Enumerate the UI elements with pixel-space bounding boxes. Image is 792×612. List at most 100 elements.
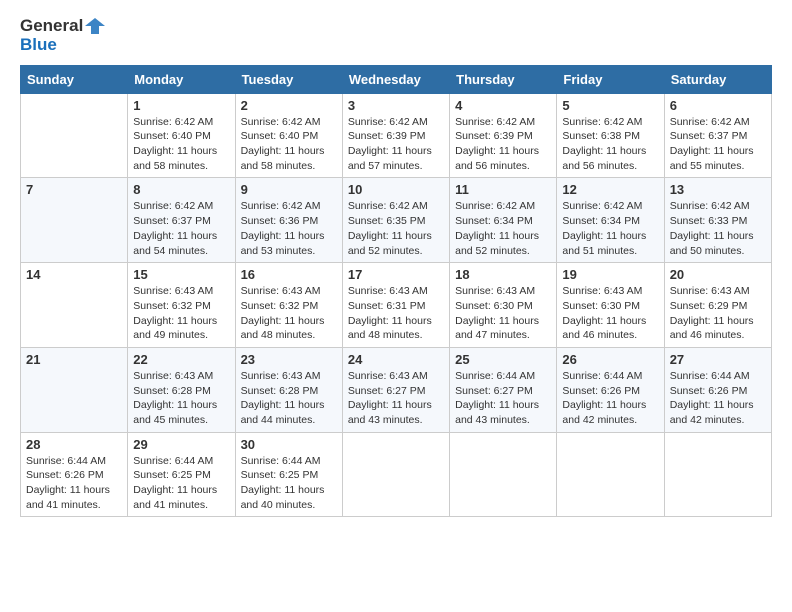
calendar-cell: 20 Sunrise: 6:43 AM Sunset: 6:29 PM Dayli… — [664, 263, 771, 348]
day-info: Sunrise: 6:43 AM Sunset: 6:31 PM Dayligh… — [348, 284, 444, 343]
calendar-cell — [342, 432, 449, 517]
day-info: Sunrise: 6:42 AM Sunset: 6:34 PM Dayligh… — [455, 199, 551, 258]
day-number: 22 — [133, 352, 229, 367]
day-number: 23 — [241, 352, 337, 367]
day-info: Sunrise: 6:42 AM Sunset: 6:33 PM Dayligh… — [670, 199, 766, 258]
day-number: 8 — [133, 182, 229, 197]
day-number: 26 — [562, 352, 658, 367]
day-info: Sunrise: 6:42 AM Sunset: 6:39 PM Dayligh… — [348, 115, 444, 174]
day-number: 20 — [670, 267, 766, 282]
day-header-thursday: Thursday — [450, 65, 557, 93]
calendar-cell: 28 Sunrise: 6:44 AM Sunset: 6:26 PM Dayli… — [21, 432, 128, 517]
logo: General Blue — [20, 16, 105, 55]
day-number: 5 — [562, 98, 658, 113]
calendar-cell: 13 Sunrise: 6:42 AM Sunset: 6:33 PM Dayli… — [664, 178, 771, 263]
calendar-cell: 14 — [21, 263, 128, 348]
calendar-cell: 22Sunrise: 6:43 AM Sunset: 6:28 PM Dayli… — [128, 347, 235, 432]
calendar-cell: 18 Sunrise: 6:43 AM Sunset: 6:30 PM Dayli… — [450, 263, 557, 348]
calendar-cell: 27 Sunrise: 6:44 AM Sunset: 6:26 PM Dayli… — [664, 347, 771, 432]
day-number: 6 — [670, 98, 766, 113]
day-info: Sunrise: 6:44 AM Sunset: 6:26 PM Dayligh… — [670, 369, 766, 428]
calendar-cell: 11 Sunrise: 6:42 AM Sunset: 6:34 PM Dayli… — [450, 178, 557, 263]
day-number: 25 — [455, 352, 551, 367]
calendar-cell: 29 Sunrise: 6:44 AM Sunset: 6:25 PM Dayli… — [128, 432, 235, 517]
calendar-cell — [664, 432, 771, 517]
day-number: 27 — [670, 352, 766, 367]
day-number: 30 — [241, 437, 337, 452]
day-info: Sunrise: 6:44 AM Sunset: 6:27 PM Dayligh… — [455, 369, 551, 428]
calendar-cell: 9Sunrise: 6:42 AM Sunset: 6:36 PM Daylig… — [235, 178, 342, 263]
day-info: Sunrise: 6:43 AM Sunset: 6:30 PM Dayligh… — [562, 284, 658, 343]
header: General Blue — [20, 16, 772, 55]
day-number: 15 — [133, 267, 229, 282]
calendar-cell: 4 Sunrise: 6:42 AM Sunset: 6:39 PM Daylig… — [450, 93, 557, 178]
calendar-cell: 8 Sunrise: 6:42 AM Sunset: 6:37 PM Daylig… — [128, 178, 235, 263]
day-number: 29 — [133, 437, 229, 452]
calendar-cell: 15 Sunrise: 6:43 AM Sunset: 6:32 PM Dayli… — [128, 263, 235, 348]
calendar-cell: 6 Sunrise: 6:42 AM Sunset: 6:37 PM Daylig… — [664, 93, 771, 178]
calendar-week-row: 2122Sunrise: 6:43 AM Sunset: 6:28 PM Day… — [21, 347, 772, 432]
day-header-tuesday: Tuesday — [235, 65, 342, 93]
day-info: Sunrise: 6:44 AM Sunset: 6:25 PM Dayligh… — [241, 454, 337, 513]
calendar-cell: 10 Sunrise: 6:42 AM Sunset: 6:35 PM Dayli… — [342, 178, 449, 263]
day-info: Sunrise: 6:42 AM Sunset: 6:40 PM Dayligh… — [241, 115, 337, 174]
day-number: 11 — [455, 182, 551, 197]
calendar-week-row: 1 Sunrise: 6:42 AM Sunset: 6:40 PM Daylig… — [21, 93, 772, 178]
day-info: Sunrise: 6:42 AM Sunset: 6:38 PM Dayligh… — [562, 115, 658, 174]
day-number: 7 — [26, 182, 122, 197]
day-info: Sunrise: 6:43 AM Sunset: 6:27 PM Dayligh… — [348, 369, 444, 428]
day-number: 2 — [241, 98, 337, 113]
calendar-table: SundayMondayTuesdayWednesdayThursdayFrid… — [20, 65, 772, 518]
calendar-week-row: 14 15 Sunrise: 6:43 AM Sunset: 6:32 PM Day… — [21, 263, 772, 348]
day-number: 28 — [26, 437, 122, 452]
day-number: 13 — [670, 182, 766, 197]
day-header-saturday: Saturday — [664, 65, 771, 93]
calendar-cell — [557, 432, 664, 517]
calendar-cell: 21 — [21, 347, 128, 432]
day-number: 10 — [348, 182, 444, 197]
calendar-cell: 24 Sunrise: 6:43 AM Sunset: 6:27 PM Dayli… — [342, 347, 449, 432]
calendar-header-row: SundayMondayTuesdayWednesdayThursdayFrid… — [21, 65, 772, 93]
day-number: 18 — [455, 267, 551, 282]
day-info: Sunrise: 6:43 AM Sunset: 6:28 PM Dayligh… — [241, 369, 337, 428]
day-number: 1 — [133, 98, 229, 113]
day-info: Sunrise: 6:44 AM Sunset: 6:26 PM Dayligh… — [26, 454, 122, 513]
day-number: 21 — [26, 352, 122, 367]
day-info: Sunrise: 6:42 AM Sunset: 6:34 PM Dayligh… — [562, 199, 658, 258]
logo-bird-icon — [85, 16, 105, 36]
day-info: Sunrise: 6:43 AM Sunset: 6:30 PM Dayligh… — [455, 284, 551, 343]
calendar-cell: 25 Sunrise: 6:44 AM Sunset: 6:27 PM Dayli… — [450, 347, 557, 432]
calendar-cell: 19 Sunrise: 6:43 AM Sunset: 6:30 PM Dayli… — [557, 263, 664, 348]
calendar-week-row: 78 Sunrise: 6:42 AM Sunset: 6:37 PM Dayli… — [21, 178, 772, 263]
day-info: Sunrise: 6:43 AM Sunset: 6:29 PM Dayligh… — [670, 284, 766, 343]
calendar-cell — [450, 432, 557, 517]
calendar-cell: 23 Sunrise: 6:43 AM Sunset: 6:28 PM Dayli… — [235, 347, 342, 432]
day-header-monday: Monday — [128, 65, 235, 93]
logo-blue: Blue — [20, 36, 105, 55]
day-info: Sunrise: 6:43 AM Sunset: 6:32 PM Dayligh… — [241, 284, 337, 343]
day-number: 24 — [348, 352, 444, 367]
calendar-cell: 16 Sunrise: 6:43 AM Sunset: 6:32 PM Dayli… — [235, 263, 342, 348]
day-info: Sunrise: 6:42 AM Sunset: 6:37 PM Dayligh… — [670, 115, 766, 174]
calendar-cell: 17 Sunrise: 6:43 AM Sunset: 6:31 PM Dayli… — [342, 263, 449, 348]
day-info: Sunrise: 6:42 AM Sunset: 6:35 PM Dayligh… — [348, 199, 444, 258]
calendar-cell: 2 Sunrise: 6:42 AM Sunset: 6:40 PM Daylig… — [235, 93, 342, 178]
day-info: Sunrise: 6:44 AM Sunset: 6:26 PM Dayligh… — [562, 369, 658, 428]
calendar-cell — [21, 93, 128, 178]
day-number: 4 — [455, 98, 551, 113]
day-info: Sunrise: 6:43 AM Sunset: 6:32 PM Dayligh… — [133, 284, 229, 343]
calendar-cell: 26 Sunrise: 6:44 AM Sunset: 6:26 PM Dayli… — [557, 347, 664, 432]
day-header-friday: Friday — [557, 65, 664, 93]
day-number: 19 — [562, 267, 658, 282]
day-info: Sunrise: 6:44 AM Sunset: 6:25 PM Dayligh… — [133, 454, 229, 513]
day-header-sunday: Sunday — [21, 65, 128, 93]
day-number: 16 — [241, 267, 337, 282]
calendar-week-row: 28 Sunrise: 6:44 AM Sunset: 6:26 PM Dayli… — [21, 432, 772, 517]
day-info: Sunrise: 6:42 AM Sunset: 6:39 PM Dayligh… — [455, 115, 551, 174]
day-number: 17 — [348, 267, 444, 282]
day-info: Sunrise: 6:42 AM Sunset: 6:37 PM Dayligh… — [133, 199, 229, 258]
day-info: Sunrise: 6:42 AM Sunset: 6:40 PM Dayligh… — [133, 115, 229, 174]
calendar-cell: 7 — [21, 178, 128, 263]
calendar-cell: 12Sunrise: 6:42 AM Sunset: 6:34 PM Dayli… — [557, 178, 664, 263]
day-number: 3 — [348, 98, 444, 113]
